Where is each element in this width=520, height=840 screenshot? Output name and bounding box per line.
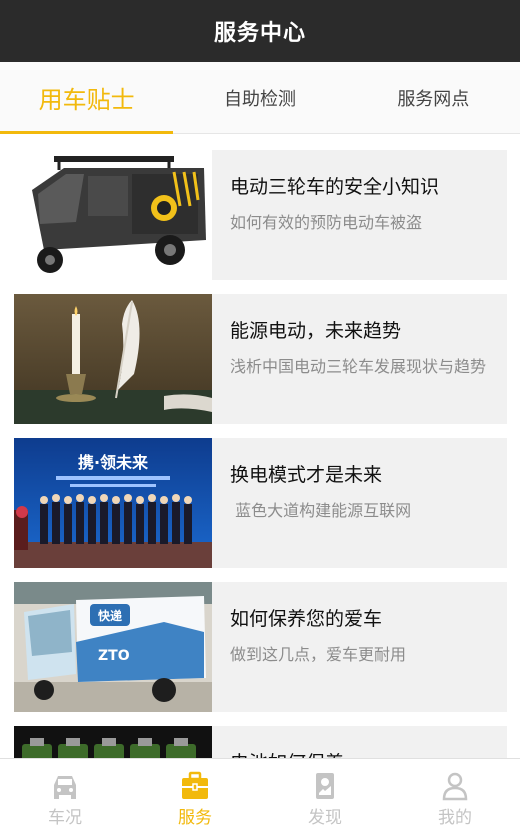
article-thumbnail: 携·领未来 bbox=[14, 438, 212, 568]
battery-row-image bbox=[14, 726, 212, 758]
article-title: 能源电动，未来趋势 bbox=[230, 320, 402, 342]
tabbar-item-discover[interactable]: 发现 bbox=[260, 759, 390, 840]
tab-service-points[interactable]: 服务网点 bbox=[347, 62, 520, 133]
article-summary: 浅析中国电动三轮车发展现状与趋势 bbox=[230, 357, 487, 376]
article-text: 能源电动，未来趋势 浅析中国电动三轮车发展现状与趋势 bbox=[212, 294, 507, 424]
tabbar-label: 服务 bbox=[178, 808, 212, 828]
article-card[interactable]: 能源电动，未来趋势 浅析中国电动三轮车发展现状与趋势 bbox=[14, 294, 507, 424]
article-card[interactable]: 携·领未来 换电模式才是未来 蓝色大道构建能源互联网 bbox=[14, 438, 507, 568]
top-tabs: 用车贴士 自助检测 服务网点 bbox=[0, 62, 520, 134]
article-title: 换电模式才是未来 bbox=[230, 464, 383, 486]
article-card[interactable]: 电池如何保养 bbox=[14, 726, 507, 758]
article-text: 换电模式才是未来 蓝色大道构建能源互联网 bbox=[212, 438, 507, 568]
tabbar-item-profile[interactable]: 我的 bbox=[390, 759, 520, 840]
electric-tricycle-image bbox=[14, 150, 212, 280]
badge-text: 快递 bbox=[98, 608, 122, 623]
tab-self-check[interactable]: 自助检测 bbox=[173, 62, 346, 133]
page-title: 服务中心 bbox=[213, 21, 306, 46]
article-text: 电池如何保养 bbox=[212, 726, 507, 758]
tabbar-label: 我的 bbox=[438, 808, 472, 828]
tabbar-label: 发现 bbox=[308, 808, 342, 828]
person-icon bbox=[442, 772, 468, 801]
article-thumbnail bbox=[14, 150, 212, 280]
article-text: 如何保养您的爱车 做到这几点，爱车更耐用 bbox=[212, 582, 507, 712]
app-header: 服务中心 bbox=[0, 0, 520, 62]
article-title: 电池如何保养 bbox=[230, 750, 489, 758]
banner-text: 携·领未来 bbox=[78, 453, 149, 472]
quill-and-candle-image bbox=[14, 294, 212, 424]
tabbar-item-car-status[interactable]: 车况 bbox=[0, 759, 130, 840]
tab-driving-tips[interactable]: 用车贴士 bbox=[0, 62, 174, 134]
article-list: 电动三轮车的安全小知识 如何有效的预防电动车被盗 能源电动，未来趋势 浅析中国电… bbox=[0, 134, 520, 758]
delivery-tricycle-image: 快递 ZTO bbox=[14, 582, 212, 712]
conference-group-image: 携·领未来 bbox=[14, 438, 212, 568]
article-summary: 做到这几点，爱车更耐用 bbox=[230, 645, 407, 664]
article-thumbnail bbox=[14, 294, 212, 424]
article-title: 如何保养您的爱车 bbox=[230, 608, 383, 630]
article-title: 电动三轮车的安全小知识 bbox=[230, 176, 440, 198]
article-thumbnail: 快递 ZTO bbox=[14, 582, 212, 712]
brand-text: ZTO bbox=[98, 648, 130, 664]
article-thumbnail bbox=[14, 726, 212, 758]
article-card[interactable]: 快递 ZTO 如何保养您的爱车 做到这几点，爱车更耐用 bbox=[14, 582, 507, 712]
article-text: 电动三轮车的安全小知识 如何有效的预防电动车被盗 bbox=[212, 150, 507, 280]
article-summary: 蓝色大道构建能源互联网 bbox=[230, 501, 412, 520]
tabbar-item-service[interactable]: 服务 bbox=[130, 759, 260, 840]
bottom-tab-bar: 车况 服务 发现 我的 bbox=[0, 758, 520, 840]
discover-icon bbox=[316, 773, 334, 799]
article-card[interactable]: 电动三轮车的安全小知识 如何有效的预防电动车被盗 bbox=[14, 150, 507, 280]
briefcase-icon bbox=[182, 771, 208, 799]
tabbar-label: 车况 bbox=[48, 808, 82, 828]
article-summary: 如何有效的预防电动车被盗 bbox=[230, 213, 423, 232]
car-icon bbox=[54, 776, 76, 799]
